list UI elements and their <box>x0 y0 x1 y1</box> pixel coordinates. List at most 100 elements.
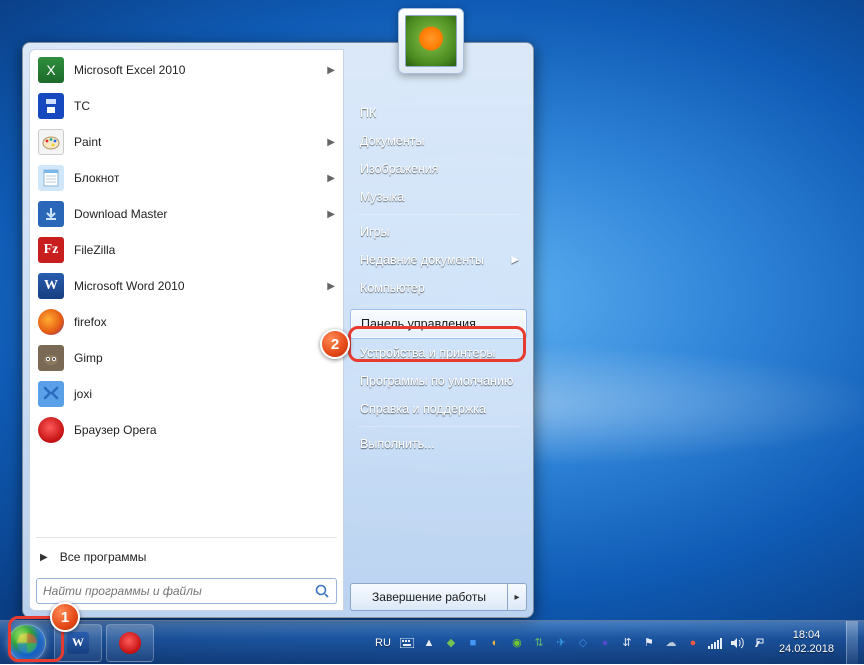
program-label: Microsoft Word 2010 <box>74 279 185 293</box>
tray-app-icon[interactable]: ■ <box>465 635 481 651</box>
opera-icon <box>119 632 141 654</box>
program-label: FileZilla <box>74 243 115 257</box>
floppy-icon <box>38 93 64 119</box>
tray-usb-icon[interactable]: ⇅ <box>531 635 547 651</box>
keyboard-icon[interactable] <box>399 635 415 651</box>
program-label: Paint <box>74 135 101 149</box>
user-account-picture[interactable] <box>398 8 464 74</box>
opera-icon <box>38 417 64 443</box>
program-item-download-master[interactable]: Download Master ▶ <box>30 196 343 232</box>
right-item-recent-documents[interactable]: Недавние документы▶ <box>350 246 527 274</box>
program-label: Download Master <box>74 207 167 221</box>
show-desktop-button[interactable] <box>846 621 858 665</box>
submenu-arrow-icon: ▶ <box>327 65 335 76</box>
word-icon: W <box>38 273 64 299</box>
start-button[interactable] <box>4 621 50 665</box>
right-item-help[interactable]: Справка и поддержка <box>350 395 527 423</box>
program-label: TC <box>74 99 90 113</box>
all-programs-button[interactable]: ▶ Все программы <box>30 542 343 572</box>
taskbar-app-word[interactable]: W <box>54 624 102 662</box>
user-picture-flower-icon <box>405 15 457 67</box>
shutdown-button[interactable]: Завершение работы <box>350 583 507 611</box>
submenu-arrow-icon: ▶ <box>327 137 335 148</box>
volume-icon[interactable] <box>729 635 745 651</box>
shutdown-button-group: Завершение работы ▸ <box>350 583 527 611</box>
right-item-run[interactable]: Выполнить... <box>350 430 527 458</box>
system-tray: RU ▲ ◆ ■ ◐ ◉ ⇅ ✈ ◇ ● ⇵ ⚑ ☁ ● 18:04 24.02… <box>373 621 860 665</box>
taskbar-app-opera[interactable] <box>106 624 154 662</box>
notepad-icon <box>38 165 64 191</box>
triangle-right-icon: ▶ <box>40 552 48 563</box>
program-item-excel[interactable]: X Microsoft Excel 2010 ▶ <box>30 52 343 88</box>
program-label: joxi <box>74 387 92 401</box>
submenu-arrow-icon: ▶ <box>327 209 335 220</box>
right-item-computer[interactable]: Компьютер <box>350 274 527 302</box>
tray-cloud-icon[interactable]: ☁ <box>663 635 679 651</box>
program-item-joxi[interactable]: joxi <box>30 376 343 412</box>
right-item-documents[interactable]: Документы <box>350 127 527 155</box>
action-center-flag-icon[interactable]: ⚑ <box>641 635 657 651</box>
tray-network-icon[interactable]: ⇵ <box>619 635 635 651</box>
language-indicator[interactable]: RU <box>373 637 393 649</box>
tray-telegram-icon[interactable]: ✈ <box>553 635 569 651</box>
shutdown-options-button[interactable]: ▸ <box>507 583 527 611</box>
tray-nvidia-icon[interactable]: ◉ <box>509 635 525 651</box>
divider <box>36 537 337 538</box>
program-label: firefox <box>74 315 107 329</box>
all-programs-label: Все программы <box>60 550 147 564</box>
right-item-devices-printers[interactable]: Устройства и принтеры <box>350 339 527 367</box>
program-label: Microsoft Excel 2010 <box>74 63 185 77</box>
right-item-music[interactable]: Музыка <box>350 183 527 211</box>
gimp-icon <box>38 345 64 371</box>
tray-update-icon[interactable]: ◐ <box>487 635 503 651</box>
firefox-icon <box>38 309 64 335</box>
divider <box>358 426 519 427</box>
word-icon: W <box>67 632 89 654</box>
program-item-opera[interactable]: Браузер Opera <box>30 412 343 448</box>
windows-orb-icon <box>8 624 46 662</box>
tray-opera-icon[interactable]: ● <box>685 635 701 651</box>
right-item-games[interactable]: Игры <box>350 218 527 246</box>
submenu-arrow-icon: ▶ <box>327 281 335 292</box>
start-menu-program-list: X Microsoft Excel 2010 ▶ TC Paint ▶ <box>30 50 343 533</box>
joxi-icon <box>38 381 64 407</box>
search-input[interactable] <box>43 584 314 598</box>
search-icon[interactable] <box>314 583 330 599</box>
program-item-firefox[interactable]: firefox <box>30 304 343 340</box>
power-icon[interactable] <box>751 635 767 651</box>
start-menu: X Microsoft Excel 2010 ▶ TC Paint ▶ <box>22 42 534 618</box>
start-menu-left-pane: X Microsoft Excel 2010 ▶ TC Paint ▶ <box>29 49 344 611</box>
right-item-pictures[interactable]: Изображения <box>350 155 527 183</box>
paint-icon <box>38 129 64 155</box>
right-item-control-panel[interactable]: Панель управления <box>350 309 527 339</box>
program-item-gimp[interactable]: Gimp <box>30 340 343 376</box>
program-label: Блокнот <box>74 171 119 185</box>
network-signal-icon[interactable] <box>707 635 723 651</box>
tray-antivirus-icon[interactable]: ● <box>597 635 613 651</box>
tray-dropbox-icon[interactable]: ◇ <box>575 635 591 651</box>
clock-date: 24.02.2018 <box>779 643 834 656</box>
submenu-arrow-icon: ▶ <box>511 255 519 266</box>
right-item-user[interactable]: ПК <box>350 99 527 127</box>
start-menu-right-pane: ПК Документы Изображения Музыка Игры Нед… <box>344 43 533 617</box>
right-item-default-programs[interactable]: Программы по умолчанию <box>350 367 527 395</box>
program-item-notepad[interactable]: Блокнот ▶ <box>30 160 343 196</box>
program-label: Gimp <box>74 351 103 365</box>
submenu-arrow-icon: ▶ <box>327 173 335 184</box>
program-item-tc[interactable]: TC <box>30 88 343 124</box>
taskbar: W RU ▲ ◆ ■ ◐ ◉ ⇅ ✈ ◇ ● ⇵ ⚑ ☁ ● 18:04 24.… <box>0 620 864 664</box>
program-item-paint[interactable]: Paint ▶ <box>30 124 343 160</box>
taskbar-clock[interactable]: 18:04 24.02.2018 <box>773 629 840 655</box>
program-item-word[interactable]: W Microsoft Word 2010 ▶ <box>30 268 343 304</box>
filezilla-icon: Fz <box>38 237 64 263</box>
download-master-icon <box>38 201 64 227</box>
tray-shield-icon[interactable]: ◆ <box>443 635 459 651</box>
start-menu-search[interactable] <box>36 578 337 604</box>
excel-icon: X <box>38 57 64 83</box>
program-label: Браузер Opera <box>74 423 157 437</box>
divider <box>358 214 519 215</box>
clock-time: 18:04 <box>779 629 834 642</box>
program-item-filezilla[interactable]: Fz FileZilla <box>30 232 343 268</box>
tray-overflow-icon[interactable]: ▲ <box>421 635 437 651</box>
divider <box>358 305 519 306</box>
